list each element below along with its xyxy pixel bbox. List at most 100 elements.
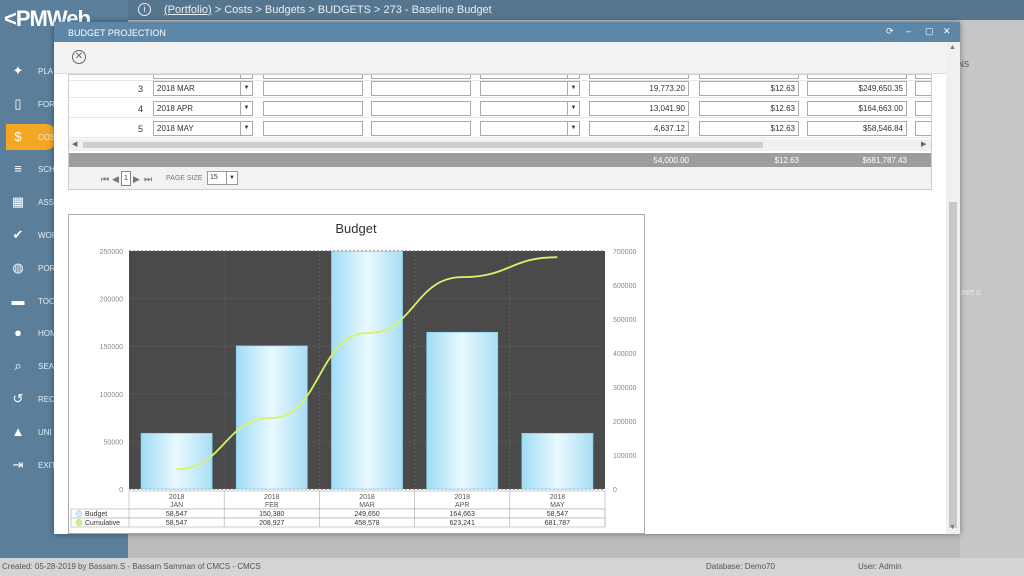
pager: ⏮ ◀ 1 ▶ ⏭ PAGE SIZE 15 ▼: [69, 167, 931, 189]
exit-icon: ⇥: [12, 456, 24, 472]
y-tick-label: 0: [119, 487, 123, 494]
scroll-right-icon[interactable]: ▶: [921, 140, 926, 148]
scroll-down-icon[interactable]: ▼: [949, 524, 956, 531]
data-label: 164,663: [450, 511, 475, 518]
close-circle-icon[interactable]: ✕: [72, 50, 86, 64]
status-bar: Created: 05-28-2019 by Bassam.S - Bassam…: [0, 558, 1024, 576]
chevron-down-icon[interactable]: ▼: [240, 122, 252, 135]
y-tick-label: 150000: [100, 344, 123, 351]
last-page-icon[interactable]: ⏭: [144, 174, 152, 185]
x-tick-label: FEB: [265, 502, 279, 509]
schedule-icon: ≡: [14, 161, 22, 177]
chevron-down-icon[interactable]: ▼: [240, 102, 252, 115]
search-icon: ⌕: [14, 358, 22, 374]
budget-chart-svg: Budget 0 50000 100000 150000 200000 250000 0 100…: [70, 221, 636, 528]
chevron-down-icon[interactable]: ▼: [240, 82, 252, 95]
legend-marker: [75, 519, 83, 526]
refresh-icon[interactable]: ⟳: [886, 26, 894, 37]
status-database: Database: Demo70: [706, 562, 775, 571]
cell-value: $12.63: [770, 124, 795, 133]
grid-input[interactable]: $164,663.00: [807, 101, 907, 116]
period-select[interactable]: ▼: [480, 101, 580, 116]
legend-label: Cumulative: [85, 520, 120, 527]
breadcrumb-portfolio-link[interactable]: (Portfolio): [164, 4, 212, 16]
sidebar-item-label: SEA: [38, 362, 55, 372]
y2-tick-label: 400000: [613, 351, 636, 358]
data-label: 681,787: [545, 520, 570, 527]
grid-input[interactable]: [263, 101, 363, 116]
current-page[interactable]: 1: [121, 171, 131, 186]
period-select[interactable]: 2018 MAR ▼: [153, 81, 253, 96]
grid-input[interactable]: [371, 121, 471, 136]
chevron-down-icon[interactable]: ▼: [567, 102, 579, 115]
data-table-row: [70, 508, 606, 519]
total-rate: $12.63: [774, 156, 799, 165]
dialog-toolbar: ✕: [54, 42, 946, 74]
grid-input[interactable]: [915, 121, 931, 136]
next-page-icon[interactable]: ▶: [133, 174, 140, 185]
cell-value: $164,663.00: [858, 104, 904, 113]
prev-page-icon[interactable]: ◀: [112, 174, 119, 185]
row-number: 5: [137, 124, 143, 134]
asset-icon: ▦: [11, 194, 25, 210]
grid-input[interactable]: [263, 81, 363, 96]
info-icon[interactable]: i: [138, 3, 151, 16]
chevron-down-icon[interactable]: ▼: [567, 122, 579, 135]
bar: [426, 331, 499, 490]
total-amount: 54,000.00: [653, 156, 689, 165]
grid-input[interactable]: 4,637.12: [589, 121, 689, 136]
background-column-header: UNIT C: [958, 290, 982, 297]
grid-input[interactable]: $12.63: [699, 81, 799, 96]
cell-value: 2018 MAY: [157, 124, 194, 133]
scroll-left-icon[interactable]: ◀: [72, 140, 77, 148]
grid-input[interactable]: 19,773.20: [589, 81, 689, 96]
budget-chart: Budget 0 50000 100000 150000 200000 250000 0 100…: [68, 214, 645, 534]
x-tick-label: MAR: [359, 502, 375, 509]
cell-value: 2018 APR: [157, 104, 194, 113]
data-label: 58,547: [166, 520, 188, 527]
total-sum: $681,787.43: [862, 156, 908, 165]
grid-input[interactable]: [915, 81, 931, 96]
grid-input[interactable]: $12.63: [699, 121, 799, 136]
grid-input[interactable]: [915, 101, 931, 116]
grid-input[interactable]: $249,650.35: [807, 81, 907, 96]
user-icon: ●: [14, 325, 22, 341]
page-size-select[interactable]: 15 ▼: [207, 171, 238, 185]
minimize-icon[interactable]: –: [906, 26, 911, 36]
grid-input[interactable]: $58,546.84: [807, 121, 907, 136]
period-select[interactable]: 2018 MAY ▼: [153, 121, 253, 136]
status-user: User: Admin: [858, 562, 902, 571]
hscroll-thumb[interactable]: [83, 142, 763, 148]
restore-icon[interactable]: ▢: [925, 26, 934, 37]
grid-input[interactable]: [371, 101, 471, 116]
sidebar-item-label: SCH: [38, 165, 55, 175]
y-tick-label: 100000: [100, 392, 123, 399]
dialog-vertical-scrollbar[interactable]: ▲ ▼: [946, 42, 960, 534]
grid-input[interactable]: 13,041.90: [589, 101, 689, 116]
sidebar-item-label: PLA: [38, 67, 54, 76]
sidebar-item-label: COS: [38, 132, 56, 142]
graduation-icon: ▲: [11, 423, 25, 439]
chevron-down-icon[interactable]: ▼: [226, 172, 237, 184]
scrollbar-thumb[interactable]: [949, 202, 957, 528]
grid-horizontal-scrollbar[interactable]: ◀ ▶: [69, 139, 931, 151]
y2-tick-label: 300000: [613, 385, 636, 392]
data-label: 623,241: [450, 520, 475, 527]
period-select[interactable]: ▼: [480, 121, 580, 136]
grid-input[interactable]: [371, 81, 471, 96]
period-select[interactable]: 2018 APR ▼: [153, 101, 253, 116]
grid-input[interactable]: [263, 121, 363, 136]
projection-grid: ▼ ▼ 3 2018 MAR ▼ ▼ 19,773.20 $12.63 $249,650.35 4…: [68, 74, 932, 190]
close-icon[interactable]: ✕: [943, 26, 951, 37]
bar: [521, 432, 594, 490]
period-select[interactable]: ▼: [480, 81, 580, 96]
scroll-up-icon[interactable]: ▲: [949, 44, 956, 51]
cell-value: $249,650.35: [858, 84, 904, 93]
data-label: 249,650: [354, 511, 379, 518]
sidebar-item-cos[interactable]: $ COS: [6, 123, 58, 150]
grid-input[interactable]: $12.63: [699, 101, 799, 116]
chevron-down-icon[interactable]: ▼: [567, 82, 579, 95]
first-page-icon[interactable]: ⏮: [101, 174, 109, 185]
x-tick-label: 2018: [359, 494, 375, 501]
y2-tick-label: 100000: [613, 453, 636, 460]
